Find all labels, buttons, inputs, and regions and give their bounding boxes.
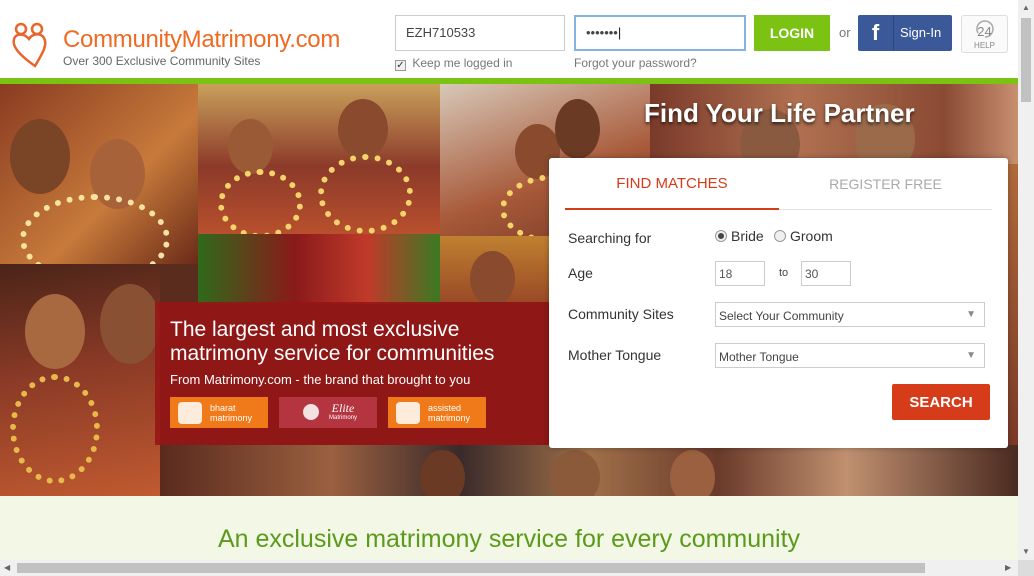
mother-tongue-select-value: Mother Tongue <box>719 350 799 364</box>
brand-line2: matrimony <box>210 413 253 423</box>
scrollbar-corner <box>1018 560 1034 576</box>
scroll-right-arrow-icon[interactable]: ▶ <box>1005 563 1011 572</box>
brand-name: CommunityMatrimony.com <box>63 26 341 53</box>
promo-title: The largest and most exclusive matrimony… <box>170 318 495 365</box>
login-button[interactable]: LOGIN <box>754 15 830 51</box>
horizontal-scrollbar[interactable]: ◀ ▶ <box>0 560 1018 576</box>
brand-tagline: Over 300 Exclusive Community Sites <box>63 54 261 68</box>
keep-logged-in-checkbox[interactable]: ✓ <box>395 60 406 71</box>
elite-matrimony-icon <box>303 404 319 420</box>
promo-subtitle: From Matrimony.com - the brand that brou… <box>170 372 471 387</box>
forgot-password-link[interactable]: Forgot your password? <box>574 56 697 70</box>
assisted-matrimony-logo[interactable]: assisted matrimony <box>388 397 486 428</box>
facebook-signin-label: Sign-In <box>900 25 942 40</box>
horizontal-scroll-thumb[interactable] <box>17 563 925 573</box>
age-to-word: to <box>779 267 789 279</box>
help-number: 24 <box>977 24 992 39</box>
dropdown-arrow-icon: ▼ <box>966 350 976 361</box>
bride-label: Bride <box>731 228 764 244</box>
couple-photo <box>0 84 198 264</box>
couple-photo <box>198 234 440 304</box>
bride-radio-button[interactable] <box>715 230 727 242</box>
password-value: ••••••• <box>586 25 618 40</box>
dropdown-arrow-icon: ▼ <box>966 309 976 320</box>
couple-photo <box>160 445 1018 496</box>
facebook-icon: f <box>858 15 894 51</box>
couple-photo <box>0 264 160 496</box>
community-select-value: Select Your Community <box>719 309 844 323</box>
couple-heart-logo-icon <box>12 22 47 68</box>
brand-line2: matrimony <box>428 413 471 423</box>
groom-label: Groom <box>790 228 833 244</box>
vertical-scrollbar[interactable]: ▲ ▼ <box>1018 0 1034 560</box>
brand-line1: assisted <box>428 403 462 413</box>
age-label: Age <box>568 265 593 281</box>
password-input[interactable]: •••••••| <box>574 15 746 51</box>
facebook-signin-button[interactable]: f Sign-In <box>858 15 952 51</box>
tab-register-free[interactable]: REGISTER FREE <box>779 160 992 210</box>
mother-tongue-select[interactable]: Mother Tongue ▼ <box>715 343 985 368</box>
help-label: HELP <box>974 41 995 50</box>
mother-tongue-label: Mother Tongue <box>568 347 662 363</box>
help-button[interactable]: 24 HELP <box>961 15 1008 53</box>
site-header: CommunityMatrimony.com Over 300 Exclusiv… <box>0 0 1018 84</box>
community-select[interactable]: Select Your Community ▼ <box>715 302 985 327</box>
groom-radio[interactable]: Groom <box>774 228 833 244</box>
bharat-matrimony-icon <box>178 402 202 424</box>
promo-box: The largest and most exclusive matrimony… <box>155 302 550 445</box>
hero-headline: Find Your Life Partner <box>644 98 915 128</box>
tab-find-matches[interactable]: FIND MATCHES <box>565 160 779 210</box>
brand-line1: bharat <box>210 403 236 413</box>
username-input[interactable]: EZH710533 <box>395 15 565 51</box>
vertical-scroll-thumb[interactable] <box>1021 18 1031 102</box>
brand-line2: Matrimony <box>328 415 357 421</box>
keep-logged-in-label: Keep me logged in <box>412 56 513 70</box>
scroll-left-arrow-icon[interactable]: ◀ <box>4 563 10 572</box>
community-label: Community Sites <box>568 306 674 322</box>
username-value: EZH710533 <box>406 25 476 40</box>
keep-logged-in[interactable]: ✓ Keep me logged in <box>395 56 512 71</box>
search-button[interactable]: SEARCH <box>892 384 990 420</box>
bride-radio[interactable]: Bride <box>715 228 764 244</box>
search-panel: FIND MATCHES REGISTER FREE Searching for… <box>549 158 1008 448</box>
or-separator: or <box>839 25 851 40</box>
scroll-up-arrow-icon[interactable]: ▲ <box>1022 3 1030 12</box>
band-title: An exclusive matrimony service for every… <box>217 525 801 553</box>
couple-photo <box>198 84 440 234</box>
bharat-matrimony-logo[interactable]: bharat matrimony <box>170 397 268 428</box>
brand-line1: Elite <box>331 401 355 415</box>
assisted-matrimony-icon <box>396 402 420 424</box>
elite-matrimony-logo[interactable]: Elite Matrimony <box>279 397 377 428</box>
searching-for-label: Searching for <box>568 230 652 246</box>
couple-photo <box>440 236 550 302</box>
groom-radio-button[interactable] <box>774 230 786 242</box>
scroll-down-arrow-icon[interactable]: ▼ <box>1022 547 1030 556</box>
community-band: An exclusive matrimony service for every… <box>0 496 1018 560</box>
site-logo[interactable]: CommunityMatrimony.com Over 300 Exclusiv… <box>10 20 370 70</box>
age-from-input[interactable]: 18 <box>715 261 765 286</box>
age-to-input[interactable]: 30 <box>801 261 851 286</box>
